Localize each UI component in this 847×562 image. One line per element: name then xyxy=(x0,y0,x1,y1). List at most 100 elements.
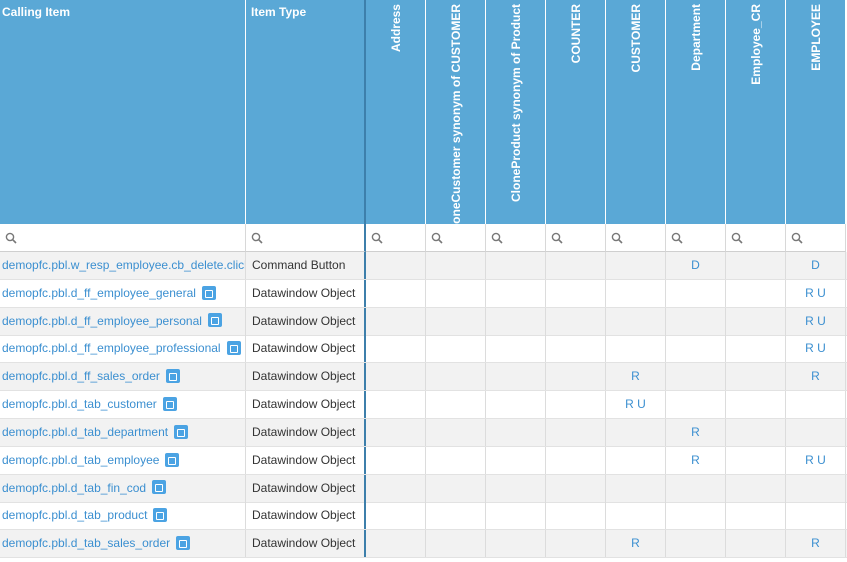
header-table-3[interactable]: COUNTER xyxy=(546,0,606,224)
table-row[interactable]: demopfc.pbl.d_ff_employee_general Datawin… xyxy=(0,279,847,308)
table-row[interactable]: demopfc.pbl.d_tab_customer Datawindow Obj… xyxy=(0,391,847,420)
datawindow-icon[interactable] xyxy=(153,508,168,523)
calling-item-cell[interactable]: demopfc.pbl.d_tab_customer xyxy=(0,391,246,419)
header-table-label: CloneCustomer synonym of CUSTOMER xyxy=(448,4,463,236)
filter-input-col-6[interactable] xyxy=(606,224,666,252)
filter-input-col-2[interactable] xyxy=(366,224,426,252)
permission-cell[interactable]: R xyxy=(786,363,846,391)
permission-cell xyxy=(606,502,666,530)
table-row[interactable]: demopfc.pbl.d_tab_product Datawindow Obje… xyxy=(0,502,847,531)
filter-input-col-3[interactable] xyxy=(426,224,486,252)
permission-cell[interactable]: R xyxy=(606,363,666,391)
filter-input-col-5[interactable] xyxy=(546,224,606,252)
table-row[interactable]: demopfc.pbl.d_ff_employee_personal Datawi… xyxy=(0,307,847,336)
calling-item-link[interactable]: demopfc.pbl.d_tab_customer xyxy=(0,397,157,411)
permission-cell xyxy=(666,335,726,363)
permission-cell[interactable]: D xyxy=(666,252,726,279)
header-calling-item[interactable]: Calling Item xyxy=(0,0,246,224)
permission-cell[interactable]: R U xyxy=(786,307,846,335)
permission-cell xyxy=(486,279,546,307)
calling-item-link[interactable]: demopfc.pbl.d_tab_fin_cod xyxy=(0,481,146,495)
search-icon xyxy=(5,232,17,244)
header-table-5[interactable]: Department xyxy=(666,0,726,224)
header-table-4[interactable]: CUSTOMER xyxy=(606,0,666,224)
permission-cell xyxy=(606,252,666,279)
datawindow-icon[interactable] xyxy=(226,341,241,356)
datawindow-icon[interactable] xyxy=(201,285,216,300)
header-table-7[interactable]: EMPLOYEE xyxy=(786,0,846,224)
filter-input-col-7[interactable] xyxy=(666,224,726,252)
permission-cell xyxy=(486,530,546,558)
filter-input-col-1[interactable] xyxy=(246,224,366,252)
table-row[interactable]: demopfc.pbl.d_tab_fin_cod Datawindow Obje… xyxy=(0,474,847,503)
permission-cell xyxy=(666,279,726,307)
permission-cell[interactable]: R U xyxy=(786,446,846,474)
permission-cell xyxy=(486,446,546,474)
header-table-6[interactable]: Employee_CR xyxy=(726,0,786,224)
calling-item-cell[interactable]: demopfc.pbl.d_tab_department xyxy=(0,418,246,446)
permission-cell xyxy=(546,446,606,474)
calling-item-cell[interactable]: demopfc.pbl.d_tab_fin_cod xyxy=(0,474,246,502)
calling-item-link[interactable]: demopfc.pbl.d_tab_product xyxy=(0,508,147,522)
permission-cell[interactable]: R xyxy=(666,446,726,474)
calling-item-link[interactable]: demopfc.pbl.d_ff_employee_personal xyxy=(0,314,202,328)
permission-cell xyxy=(366,307,426,335)
calling-item-link[interactable]: demopfc.pbl.d_tab_employee xyxy=(0,453,159,467)
calling-item-link[interactable]: demopfc.pbl.d_ff_employee_professional xyxy=(0,341,221,355)
filter-input-col-0[interactable] xyxy=(0,224,246,252)
permission-cell[interactable]: D xyxy=(786,252,846,279)
calling-item-link[interactable]: demopfc.pbl.d_tab_sales_order xyxy=(0,536,170,550)
datawindow-icon[interactable] xyxy=(152,480,167,495)
filter-input-col-9[interactable] xyxy=(786,224,846,252)
item-type-cell: Datawindow Object xyxy=(246,446,366,474)
datawindow-icon[interactable] xyxy=(162,396,177,411)
calling-item-link[interactable]: demopfc.pbl.d_tab_department xyxy=(0,425,168,439)
calling-item-cell[interactable]: demopfc.pbl.d_ff_employee_general xyxy=(0,279,246,307)
calling-item-link[interactable]: demopfc.pbl.w_resp_employee.cb_delete.cl… xyxy=(0,258,245,272)
permission-cell xyxy=(546,530,606,558)
calling-item-link[interactable]: demopfc.pbl.d_ff_employee_general xyxy=(0,286,196,300)
filter-input-col-4[interactable] xyxy=(486,224,546,252)
table-row[interactable]: demopfc.pbl.d_tab_sales_order Datawindow … xyxy=(0,530,847,559)
permission-cell[interactable]: R U xyxy=(786,335,846,363)
permission-cell xyxy=(666,502,726,530)
permission-cell xyxy=(426,391,486,419)
datawindow-icon[interactable] xyxy=(207,313,222,328)
header-table-0[interactable]: Address xyxy=(366,0,426,224)
calling-item-cell[interactable]: demopfc.pbl.d_ff_employee_professional xyxy=(0,335,246,363)
calling-item-cell[interactable]: demopfc.pbl.w_resp_employee.cb_delete.cl… xyxy=(0,252,246,279)
permission-cell xyxy=(486,363,546,391)
calling-item-cell[interactable]: demopfc.pbl.d_tab_product xyxy=(0,502,246,530)
calling-item-cell[interactable]: demopfc.pbl.d_ff_sales_order xyxy=(0,363,246,391)
permission-cell xyxy=(726,391,786,419)
datawindow-icon[interactable] xyxy=(165,452,180,467)
table-row[interactable]: demopfc.pbl.d_tab_employee Datawindow Obj… xyxy=(0,446,847,475)
permission-cell xyxy=(786,474,846,502)
permission-cell xyxy=(666,391,726,419)
calling-item-cell[interactable]: demopfc.pbl.d_tab_sales_order xyxy=(0,530,246,558)
permission-cell xyxy=(366,391,426,419)
table-row[interactable]: demopfc.pbl.d_tab_department Datawindow O… xyxy=(0,418,847,447)
permission-cell[interactable]: R xyxy=(666,418,726,446)
datawindow-icon[interactable] xyxy=(174,424,189,439)
calling-item-link[interactable]: demopfc.pbl.d_ff_sales_order xyxy=(0,369,160,383)
header-item-type[interactable]: Item Type xyxy=(246,0,366,224)
datawindow-icon[interactable] xyxy=(176,536,191,551)
permission-cell xyxy=(726,307,786,335)
calling-item-cell[interactable]: demopfc.pbl.d_tab_employee xyxy=(0,446,246,474)
header-table-1[interactable]: CloneCustomer synonym of CUSTOMER xyxy=(426,0,486,236)
datawindow-icon[interactable] xyxy=(165,369,180,384)
permission-cell[interactable]: R U xyxy=(786,279,846,307)
permission-cell[interactable]: R xyxy=(606,530,666,558)
header-table-label: Address xyxy=(388,4,403,53)
header-table-2[interactable]: CloneProduct synonym of Product xyxy=(486,0,546,224)
filter-input-col-8[interactable] xyxy=(726,224,786,252)
permission-cell[interactable]: R xyxy=(786,530,846,558)
permission-cell[interactable]: R U xyxy=(606,391,666,419)
table-row[interactable]: demopfc.pbl.d_ff_employee_professional Da… xyxy=(0,335,847,364)
table-row[interactable]: demopfc.pbl.w_resp_employee.cb_delete.cl… xyxy=(0,252,847,280)
calling-item-cell[interactable]: demopfc.pbl.d_ff_employee_personal xyxy=(0,307,246,335)
header-calling-item-label: Calling Item xyxy=(2,5,71,19)
permission-cell xyxy=(426,530,486,558)
table-row[interactable]: demopfc.pbl.d_ff_sales_order Datawindow O… xyxy=(0,363,847,392)
